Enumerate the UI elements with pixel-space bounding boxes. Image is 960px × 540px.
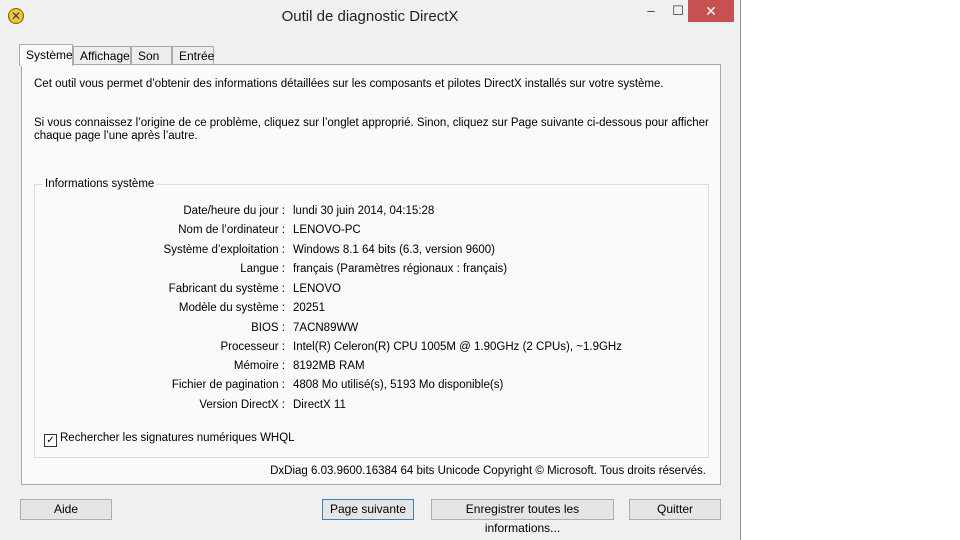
quit-button[interactable]: Quitter <box>629 499 721 520</box>
dxdiag-window: ✕ Outil de diagnostic DirectX – ☐ ✕ Syst… <box>0 0 741 540</box>
info-value: 7ACN89WW <box>293 322 359 334</box>
info-label: Fichier de pagination : <box>171 379 285 391</box>
info-value: Intel(R) Celeron(R) CPU 1005M @ 1.90GHz … <box>293 341 622 353</box>
info-label: Modèle du système : <box>178 302 285 314</box>
info-value: 8192MB RAM <box>293 360 365 372</box>
info-label: Langue : <box>240 263 285 275</box>
whql-checkbox-label: Rechercher les signatures numériques WHQ… <box>60 432 295 444</box>
tab-son[interactable]: Son <box>131 46 172 64</box>
info-label: Fabricant du système : <box>168 283 285 295</box>
info-value: Windows 8.1 64 bits (6.3, version 9600) <box>293 244 495 256</box>
info-row-memory: Mémoire : 8192MB RAM <box>35 360 705 376</box>
info-row-computer-name: Nom de l’ordinateur : LENOVO-PC <box>35 224 705 240</box>
info-row-date: Date/heure du jour : lundi 30 juin 2014,… <box>35 205 705 221</box>
tab-affichage[interactable]: Affichage <box>73 46 131 64</box>
intro-text-2: Si vous connaissez l’origine de ce probl… <box>34 117 709 142</box>
whql-checkbox[interactable]: ✓ <box>44 434 57 447</box>
info-value: LENOVO <box>293 283 341 295</box>
next-page-button[interactable]: Page suivante <box>322 499 414 520</box>
title-bar[interactable]: ✕ Outil de diagnostic DirectX – ☐ ✕ <box>0 0 740 32</box>
close-icon[interactable]: ✕ <box>688 0 734 22</box>
info-value: 20251 <box>293 302 325 314</box>
info-label: Version DirectX : <box>199 399 285 411</box>
system-info-group-label: Informations système <box>43 178 157 190</box>
info-label: Nom de l’ordinateur : <box>178 224 285 236</box>
info-value: 4808 Mo utilisé(s), 5193 Mo disponible(s… <box>293 379 504 391</box>
minimize-icon[interactable]: – <box>637 0 665 22</box>
info-label: Mémoire : <box>233 360 285 372</box>
whql-checkbox-row[interactable]: ✓ Rechercher les signatures numériques WH… <box>44 432 295 447</box>
info-row-pagefile: Fichier de pagination : 4808 Mo utilisé(… <box>35 379 705 395</box>
system-info-group: Informations système Date/heure du jour … <box>34 178 709 458</box>
info-value: DirectX 11 <box>293 399 346 411</box>
info-label: Processeur : <box>220 341 285 353</box>
info-row-bios: BIOS : 7ACN89WW <box>35 322 705 338</box>
info-label: BIOS : <box>251 322 285 334</box>
tab-entree[interactable]: Entrée <box>172 46 214 64</box>
tab-panel-systeme: Cet outil vous permet d’obtenir des info… <box>21 64 721 485</box>
intro-text-1: Cet outil vous permet d’obtenir des info… <box>34 78 664 90</box>
tab-systeme[interactable]: Système <box>19 44 73 66</box>
info-row-model: Modèle du système : 20251 <box>35 302 705 318</box>
info-label: Système d’exploitation : <box>163 244 285 256</box>
info-row-processor: Processeur : Intel(R) Celeron(R) CPU 100… <box>35 341 705 357</box>
info-row-os: Système d’exploitation : Windows 8.1 64 … <box>35 244 705 260</box>
info-label: Date/heure du jour : <box>183 205 285 217</box>
info-row-language: Langue : français (Paramètres régionaux … <box>35 263 705 279</box>
info-value: français (Paramètres régionaux : françai… <box>293 263 508 275</box>
window-title: Outil de diagnostic DirectX <box>281 8 459 25</box>
info-row-directx-version: Version DirectX : DirectX 11 <box>35 399 705 415</box>
help-button[interactable]: Aide <box>20 499 112 520</box>
save-all-info-button[interactable]: Enregistrer toutes les informations... <box>431 499 614 535</box>
copyright-text: DxDiag 6.03.9600.16384 64 bits Unicode C… <box>270 465 706 477</box>
info-row-manufacturer: Fabricant du système : LENOVO <box>35 283 705 299</box>
info-value: lundi 30 juin 2014, 04:15:28 <box>293 205 435 217</box>
info-value: LENOVO-PC <box>293 224 361 236</box>
